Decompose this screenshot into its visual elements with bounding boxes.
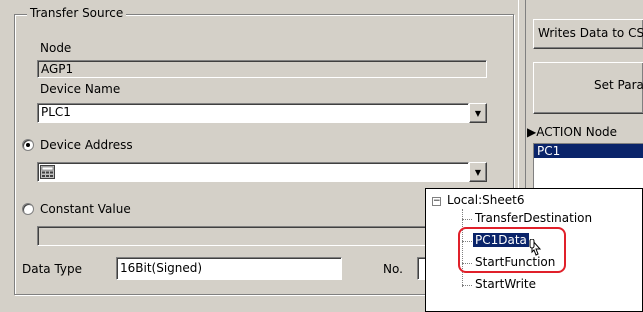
callout-highlight bbox=[458, 227, 566, 273]
writes-data-button[interactable]: Writes Data to CS bbox=[533, 19, 643, 49]
transfer-source-title: Transfer Source bbox=[27, 6, 127, 20]
device-name-select[interactable]: PLC1 bbox=[37, 103, 469, 123]
chevron-down-icon: ▼ bbox=[474, 167, 482, 177]
device-address-radio[interactable] bbox=[22, 139, 34, 151]
constant-value-field bbox=[37, 226, 487, 246]
variable-tree-popup: − Local:Sheet6 TransferDestination PC1Da… bbox=[425, 188, 643, 312]
device-address-dropdown-button[interactable]: ▼ bbox=[469, 162, 487, 182]
device-name-label: Device Name bbox=[40, 82, 121, 96]
set-parameter-button[interactable]: Set Para bbox=[533, 62, 643, 114]
constant-value-label: Constant Value bbox=[40, 202, 131, 216]
node-field: AGP1 bbox=[37, 60, 487, 78]
mouse-pointer-icon bbox=[528, 238, 542, 259]
device-name-dropdown-button[interactable]: ▼ bbox=[469, 103, 487, 123]
no-label: No. bbox=[383, 262, 403, 276]
device-address-label: Device Address bbox=[40, 138, 133, 152]
action-node-item[interactable]: PC1 bbox=[534, 144, 643, 158]
tree-connector bbox=[462, 285, 472, 286]
tree-connector bbox=[462, 219, 472, 220]
data-type-label: Data Type bbox=[22, 262, 83, 276]
collapse-icon[interactable]: − bbox=[432, 197, 441, 206]
keypad-icon[interactable] bbox=[40, 165, 55, 179]
constant-value-radio[interactable] bbox=[22, 203, 34, 215]
tree-item[interactable]: TransferDestination bbox=[473, 211, 594, 225]
device-address-field[interactable] bbox=[37, 162, 469, 182]
node-label: Node bbox=[40, 41, 72, 55]
action-node-label: ▶ACTION Node bbox=[527, 125, 618, 139]
data-type-field[interactable]: 16Bit(Signed) bbox=[116, 257, 342, 280]
tree-item[interactable]: StartWrite bbox=[473, 277, 538, 291]
chevron-down-icon: ▼ bbox=[474, 108, 482, 118]
tree-root-node[interactable]: Local:Sheet6 bbox=[445, 193, 526, 207]
